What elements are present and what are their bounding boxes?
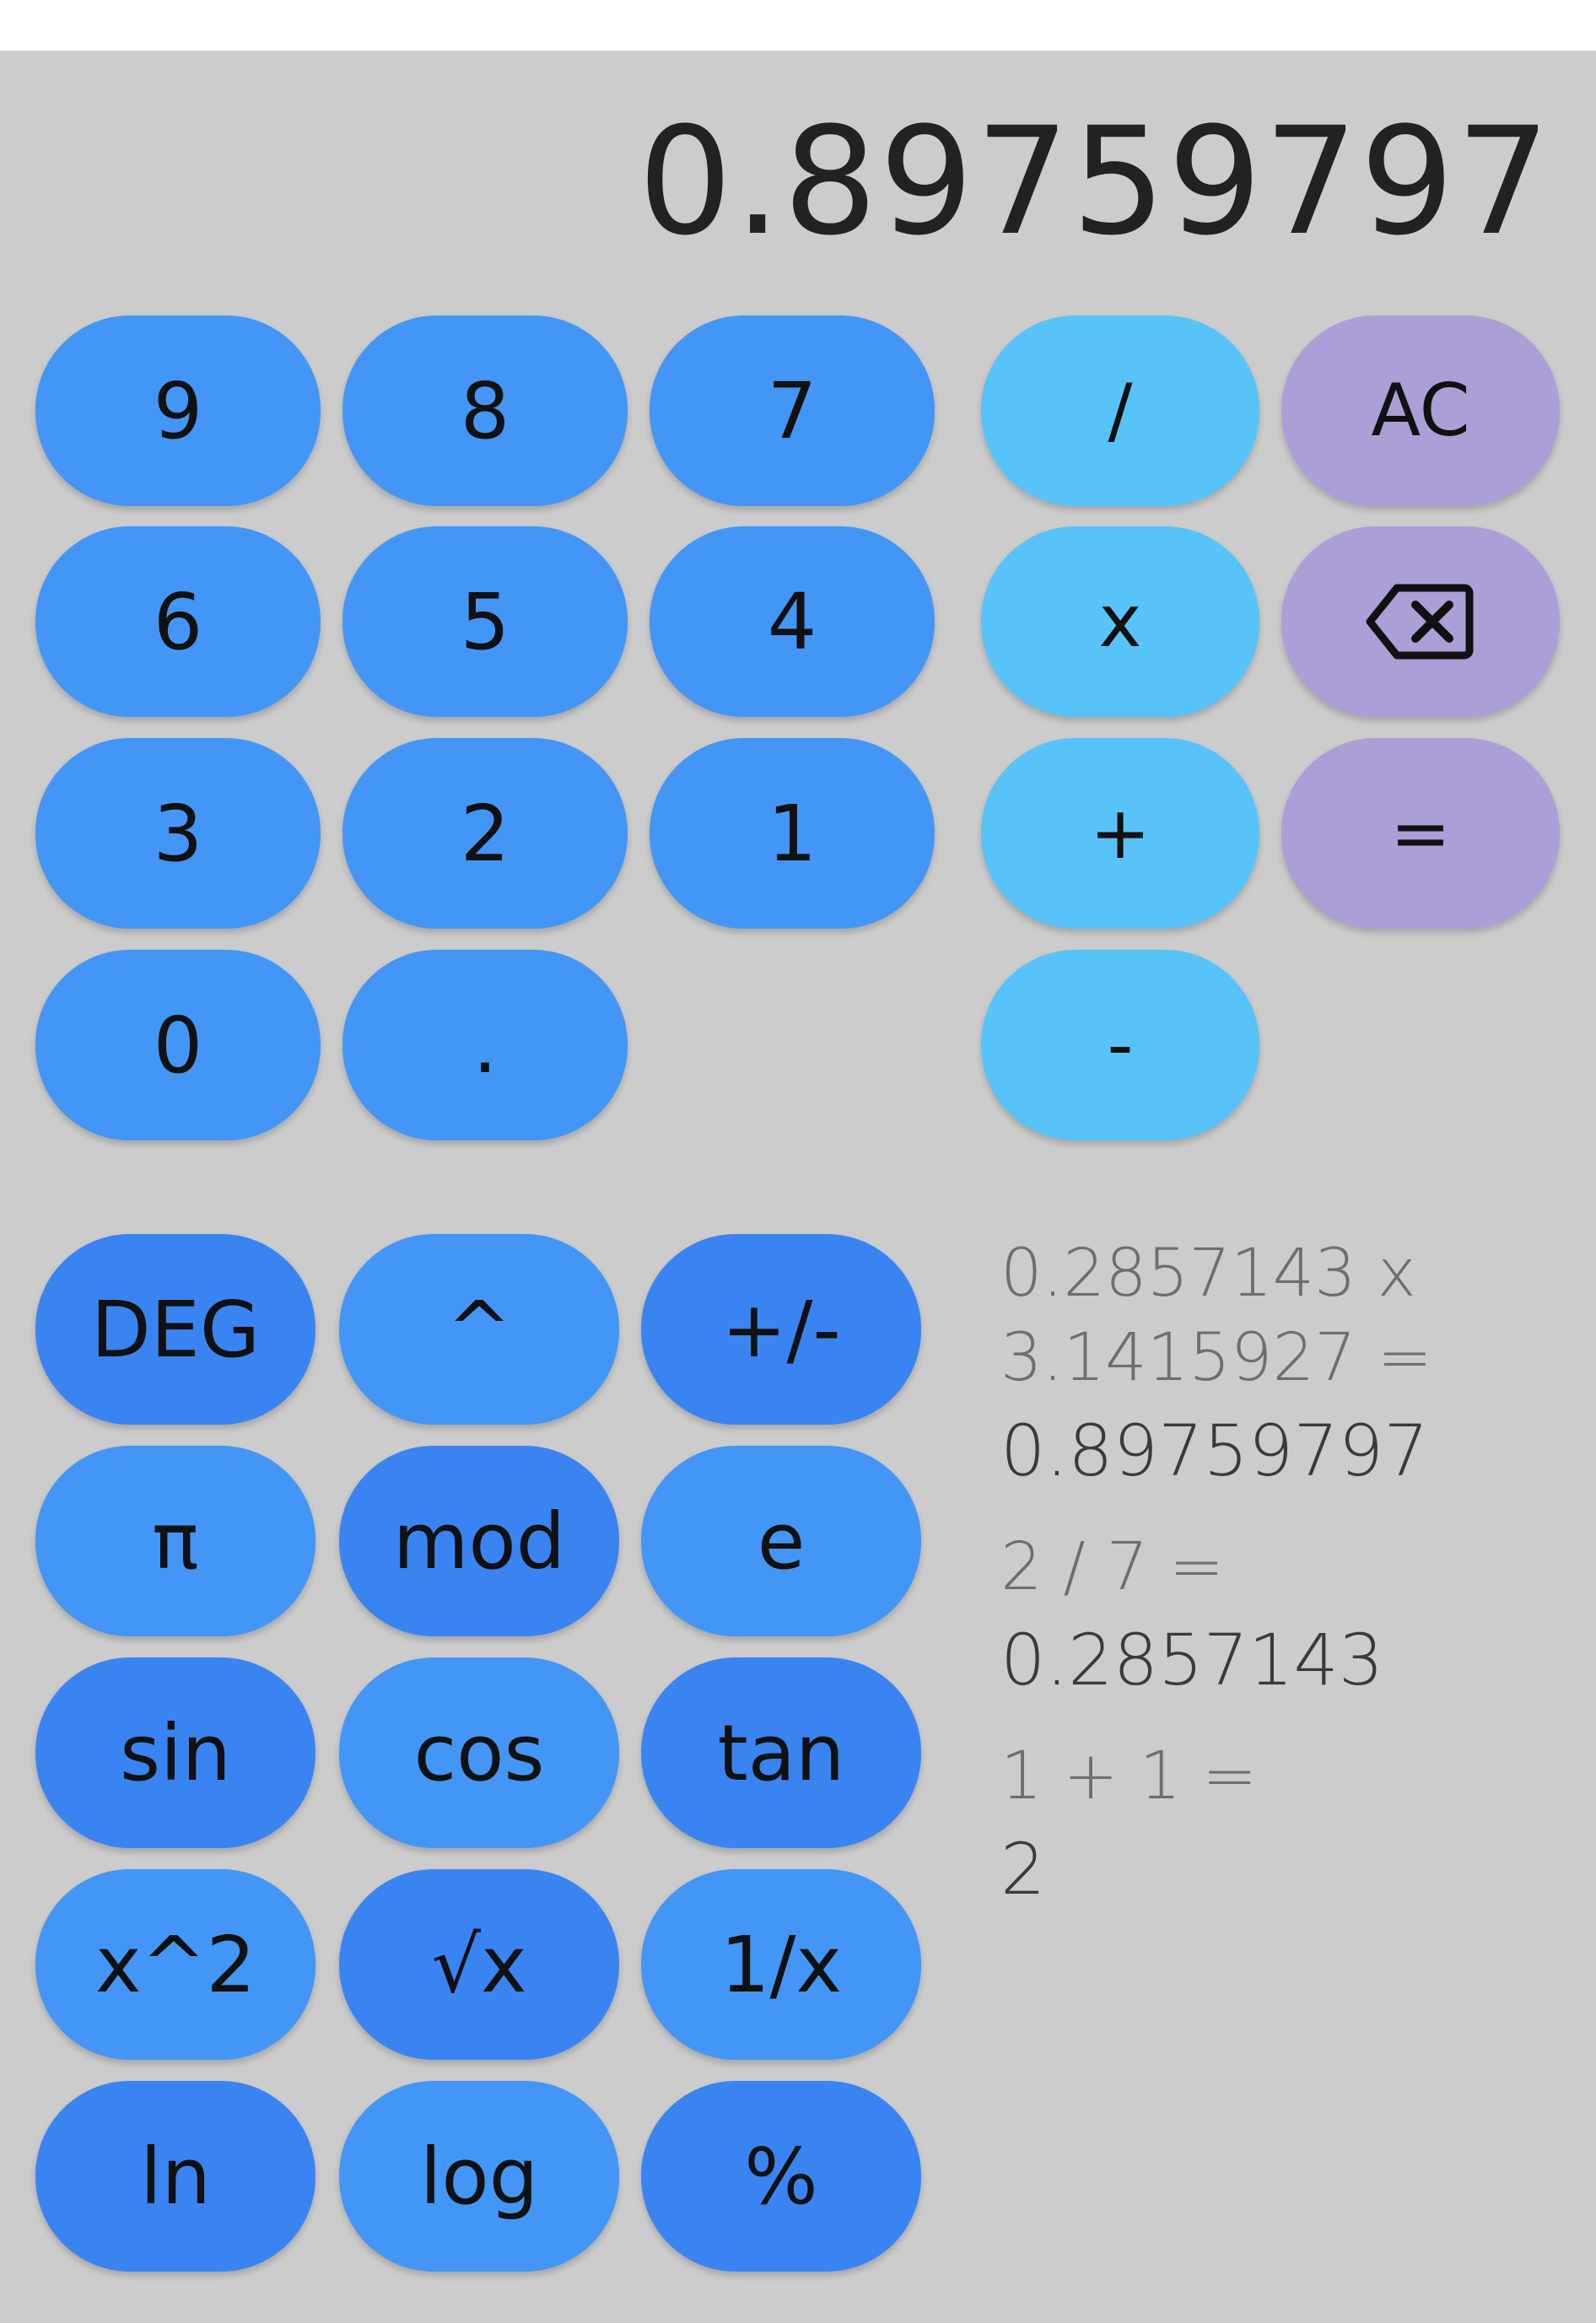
- add-button[interactable]: +: [981, 738, 1259, 929]
- calculator-app: 0.89759797 9 8 7 6 5 4 3 2 1 0 . / x + -…: [0, 51, 1596, 2323]
- power-button[interactable]: ^: [339, 1234, 619, 1425]
- sqrt-button[interactable]: √x: [339, 1869, 619, 2060]
- ln-button[interactable]: ln: [35, 2081, 315, 2272]
- backspace-button[interactable]: [1281, 526, 1560, 717]
- history-panel: 0.2857143 x 3.1415927 = 0.89759797 2 / 7…: [1000, 1232, 1549, 1943]
- reciprocal-button[interactable]: 1/x: [641, 1869, 921, 2060]
- history-entry[interactable]: 0.2857143 x 3.1415927 = 0.89759797: [1000, 1232, 1549, 1501]
- history-entry[interactable]: 1 + 1 = 2: [1000, 1734, 1549, 1920]
- multiply-button[interactable]: x: [981, 526, 1259, 717]
- deg-toggle-button[interactable]: DEG: [35, 1234, 315, 1425]
- mod-button[interactable]: mod: [339, 1446, 619, 1636]
- square-button[interactable]: x^2: [35, 1869, 315, 2060]
- decimal-point-button[interactable]: .: [342, 950, 628, 1140]
- digit-9-button[interactable]: 9: [35, 315, 321, 506]
- digit-1-button[interactable]: 1: [650, 738, 935, 929]
- digit-2-button[interactable]: 2: [342, 738, 628, 929]
- negate-button[interactable]: +/-: [641, 1234, 921, 1425]
- digit-0-button[interactable]: 0: [35, 950, 321, 1140]
- history-expression: 0.2857143 x 3.1415927 =: [1000, 1236, 1432, 1396]
- history-expression: 1 + 1 =: [1000, 1738, 1258, 1814]
- divide-button[interactable]: /: [981, 315, 1259, 506]
- history-result: 0.89759797: [1000, 1409, 1429, 1492]
- log-button[interactable]: log: [339, 2081, 619, 2272]
- all-clear-button[interactable]: AC: [1281, 315, 1560, 506]
- result-display: 0.89759797: [638, 95, 1552, 268]
- sin-button[interactable]: sin: [35, 1657, 315, 1848]
- euler-button[interactable]: e: [641, 1446, 921, 1636]
- digit-3-button[interactable]: 3: [35, 738, 321, 929]
- tan-button[interactable]: tan: [641, 1657, 921, 1848]
- cos-button[interactable]: cos: [339, 1657, 619, 1848]
- history-result: 2: [1000, 1828, 1046, 1911]
- digit-8-button[interactable]: 8: [342, 315, 628, 506]
- history-entry[interactable]: 2 / 7 = 0.2857143: [1000, 1525, 1549, 1711]
- percent-button[interactable]: %: [641, 2081, 921, 2272]
- equals-button[interactable]: =: [1281, 738, 1560, 929]
- digit-6-button[interactable]: 6: [35, 526, 321, 717]
- digit-4-button[interactable]: 4: [650, 526, 935, 717]
- digit-7-button[interactable]: 7: [650, 315, 935, 506]
- digit-5-button[interactable]: 5: [342, 526, 628, 717]
- subtract-button[interactable]: -: [981, 950, 1259, 1140]
- backspace-icon: [1365, 581, 1476, 662]
- pi-button[interactable]: π: [35, 1446, 315, 1636]
- history-result: 0.2857143: [1000, 1619, 1384, 1701]
- history-expression: 2 / 7 =: [1000, 1529, 1225, 1605]
